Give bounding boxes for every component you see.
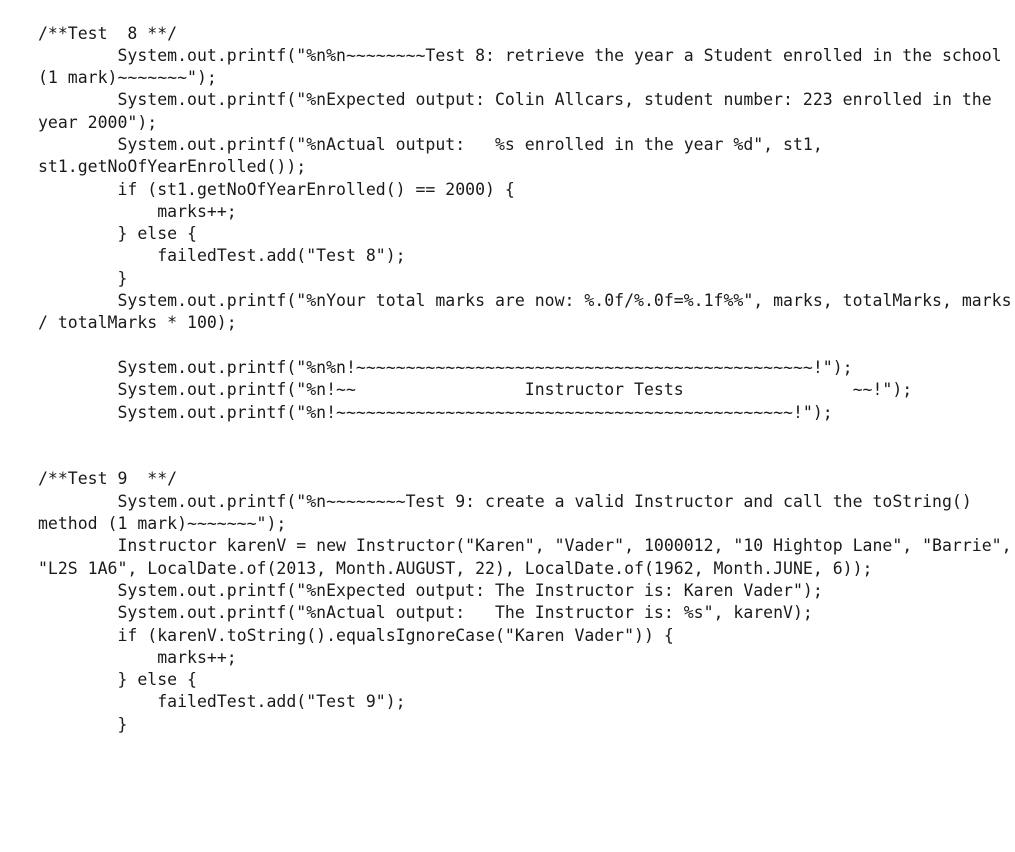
code-line: System.out.printf("%n~~~~~~~~Test 9: cre…	[38, 491, 982, 534]
code-line: System.out.printf("%n!~~~~~~~~~~~~~~~~~~…	[38, 402, 833, 422]
code-line: if (karenV.toString().equalsIgnoreCase("…	[38, 625, 674, 645]
code-listing: /**Test 8 **/ System.out.printf("%n%n~~~…	[0, 16, 1015, 852]
code-line: }	[38, 268, 128, 288]
code-line: } else {	[38, 670, 197, 690]
code-line: /**Test 9 **/	[38, 469, 178, 489]
code-line: System.out.printf("%n%n!~~~~~~~~~~~~~~~~…	[38, 357, 853, 377]
code-line: System.out.printf("%nActual output: %s e…	[38, 134, 833, 177]
code-line: System.out.printf("%nYour total marks ar…	[38, 291, 1012, 333]
code-line: } else {	[38, 224, 197, 244]
code-line: failedTest.add("Test 8");	[38, 246, 406, 266]
code-line: System.out.printf("%nActual output: The …	[38, 603, 813, 623]
code-line: System.out.printf("%nExpected output: Co…	[38, 90, 1002, 132]
code-line: System.out.printf("%n%n~~~~~~~~Test 8: r…	[38, 45, 1012, 88]
code-line: if (st1.getNoOfYearEnrolled() == 2000) {	[38, 179, 515, 199]
code-line: marks++;	[38, 647, 237, 667]
code-line: Instructor karenV = new Instructor("Kare…	[38, 536, 1012, 578]
code-line: marks++;	[38, 201, 237, 221]
code-line: }	[38, 714, 128, 734]
code-line: System.out.printf("%n!~~ Instructor Test…	[38, 380, 913, 400]
code-line: /**Test 8 **/	[38, 23, 178, 43]
code-line: failedTest.add("Test 9");	[38, 692, 406, 712]
code-line: System.out.printf("%nExpected output: Th…	[38, 580, 823, 600]
